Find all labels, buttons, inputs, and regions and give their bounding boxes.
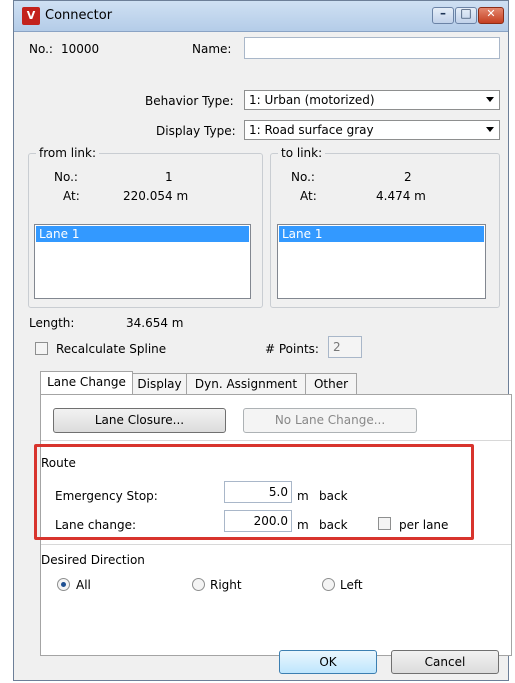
to-link-at-label: At:	[300, 189, 317, 203]
recalculate-spline-checkbox[interactable]	[35, 342, 48, 355]
connector-dialog: V Connector – □ ✕ No.: 10000 Name: Behav…	[13, 0, 512, 681]
name-label: Name:	[192, 42, 232, 56]
length-value: 34.654 m	[126, 316, 184, 330]
divider	[41, 544, 511, 545]
recalculate-spline-label: Recalculate Spline	[56, 342, 167, 356]
to-link-title: to link:	[278, 146, 326, 160]
maximize-icon: □	[460, 6, 472, 20]
chevron-down-icon	[486, 127, 494, 132]
title-bar[interactable]: V Connector – □ ✕	[14, 1, 508, 32]
points-input[interactable]: 2	[328, 336, 362, 358]
list-item[interactable]: Lane 1	[279, 226, 484, 242]
close-icon: ✕	[486, 7, 496, 20]
to-link-lane-list[interactable]: Lane 1	[277, 224, 486, 299]
to-link-no-value: 2	[404, 170, 412, 184]
list-item[interactable]: Lane 1	[36, 226, 249, 242]
display-type-select[interactable]: 1: Road surface gray	[244, 120, 500, 140]
from-link-no-value: 1	[165, 170, 173, 184]
radio-selected-indicator	[61, 582, 66, 587]
window-title: Connector	[45, 8, 113, 23]
display-type-value: 1: Road surface gray	[249, 123, 374, 137]
from-link-lane-list[interactable]: Lane 1	[34, 224, 251, 299]
app-logo-icon: V	[22, 7, 40, 25]
minimize-button[interactable]: –	[432, 6, 454, 24]
route-highlight-box	[34, 444, 474, 540]
length-label: Length:	[29, 316, 75, 330]
display-type-label: Display Type:	[156, 124, 236, 138]
no-label: No.:	[29, 42, 53, 56]
desired-direction-title: Desired Direction	[41, 553, 145, 567]
points-value: 2	[333, 340, 341, 354]
from-link-at-value: 220.054 m	[123, 189, 189, 203]
points-label: # Points:	[265, 342, 319, 356]
divider	[41, 440, 511, 441]
tab-lane-change[interactable]: Lane Change	[40, 371, 133, 395]
from-link-title: from link:	[36, 146, 100, 160]
from-link-at-label: At:	[63, 189, 80, 203]
to-link-at-value: 4.474 m	[376, 189, 426, 203]
name-input[interactable]	[244, 37, 500, 59]
direction-right-radio[interactable]	[192, 578, 205, 591]
direction-right-label: Right	[210, 578, 242, 592]
no-lane-change-button[interactable]: No Lane Change...	[243, 408, 417, 433]
direction-left-radio[interactable]	[322, 578, 335, 591]
tab-other[interactable]: Other	[305, 373, 357, 395]
maximize-button[interactable]: □	[455, 6, 477, 24]
behavior-type-label: Behavior Type:	[145, 94, 234, 108]
close-button[interactable]: ✕	[478, 7, 504, 24]
minimize-icon: –	[440, 6, 446, 20]
lane-closure-button[interactable]: Lane Closure...	[53, 408, 226, 433]
chevron-down-icon	[486, 97, 494, 102]
tab-dyn-assignment[interactable]: Dyn. Assignment	[186, 373, 306, 395]
direction-left-label: Left	[340, 578, 363, 592]
no-value: 10000	[61, 42, 100, 56]
to-link-no-label: No.:	[291, 170, 315, 184]
direction-all-radio[interactable]	[57, 578, 70, 591]
cancel-button[interactable]: Cancel	[391, 650, 499, 674]
behavior-type-select[interactable]: 1: Urban (motorized)	[244, 90, 500, 110]
from-link-no-label: No.:	[54, 170, 78, 184]
behavior-type-value: 1: Urban (motorized)	[249, 93, 375, 107]
tab-display[interactable]: Display	[132, 373, 187, 395]
ok-button[interactable]: OK	[279, 650, 377, 674]
direction-all-label: All	[76, 578, 91, 592]
